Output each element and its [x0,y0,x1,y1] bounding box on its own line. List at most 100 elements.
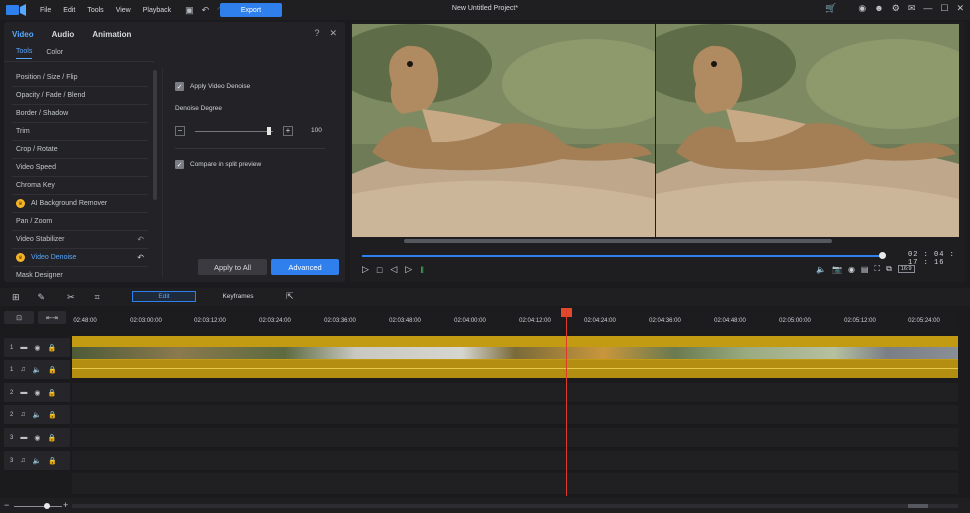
track-lane-audio-3[interactable] [72,451,958,471]
tool-mask-designer[interactable]: Mask Designer [12,267,148,279]
aspect-ratio[interactable]: 16:9 [897,265,915,273]
volume-icon[interactable]: 🔈 [33,411,42,419]
track-lane-video-2[interactable] [72,383,958,403]
timeline-ruler[interactable]: 02:48:00 02:03:00:00 02:03:12:00 02:03:2… [72,312,958,334]
timeline-view-icon[interactable]: ⊡ [4,311,34,324]
subtab-tools[interactable]: Tools [16,48,33,59]
menu-tools[interactable]: Tools [81,7,109,14]
menu-playback[interactable]: Playback [137,7,177,14]
apply-denoise-checkbox[interactable]: ✓ [175,82,184,91]
export-button[interactable]: Export [220,3,282,17]
zoom-fit-icon[interactable]: ⛶ [874,264,880,274]
notification-icon[interactable]: ☻ [874,3,883,14]
detach-icon[interactable]: ⧉ [886,264,892,274]
split-scissors-icon[interactable]: ✂ [67,292,75,303]
tool-video-speed[interactable]: Video Speed [12,159,148,177]
timeline-zoom-thumb[interactable] [44,503,50,509]
record-icon[interactable]: ◉ [848,265,855,274]
stop-icon[interactable]: □ [377,265,382,275]
undo-icon[interactable]: ↶ [202,5,210,16]
menu-file[interactable]: File [34,7,57,14]
tool-list-scrollbar[interactable] [153,70,157,200]
tool-chroma-key[interactable]: Chroma Key [12,177,148,195]
help-icon[interactable]: ? [314,28,319,39]
lock-icon[interactable]: 🔒 [48,457,57,465]
draw-icon[interactable]: ✎ [38,292,46,303]
edit-mode-button[interactable]: Edit [132,291,196,302]
playback-progress[interactable] [362,255,882,257]
decrease-button[interactable]: − [175,126,185,136]
playback-progress-thumb[interactable] [879,252,886,259]
tab-animation[interactable]: Animation [92,30,131,39]
track-header-audio-2[interactable]: 2 ♫ 🔈 🔒 [4,405,70,425]
compare-split-row[interactable]: ✓ Compare in split preview [175,160,261,169]
panel-close-icon[interactable]: ✕ [329,28,337,39]
import-icon[interactable]: ⊞ [12,292,20,303]
subtitle-icon[interactable]: ▤ [861,265,869,274]
apply-to-all-button[interactable]: Apply to All [198,259,267,275]
visibility-eye-icon[interactable]: ◉ [34,344,40,352]
track-header-video-3[interactable]: 3 ▬ ◉ 🔒 [4,428,70,448]
preview-scrollbar[interactable] [352,238,962,244]
next-frame-icon[interactable]: ▷ [405,264,412,275]
tab-video[interactable]: Video [12,30,34,39]
visibility-eye-icon[interactable]: ◉ [34,434,40,442]
lock-icon[interactable]: 🔒 [48,366,57,374]
tool-trim[interactable]: Trim [12,123,148,141]
track-lane-video-3[interactable] [72,428,958,448]
menu-view[interactable]: View [110,7,137,14]
previous-frame-icon[interactable]: ◁ [390,264,397,275]
reset-icon[interactable]: ↶ [137,235,144,244]
lock-icon[interactable]: 🔒 [47,344,56,352]
reset-icon[interactable]: ↶ [137,253,144,262]
denoise-slider-thumb[interactable] [267,127,271,135]
tool-opacity-fade-blend[interactable]: Opacity / Fade / Blend [12,87,148,105]
tool-position-size-flip[interactable]: Position / Size / Flip [12,69,148,87]
minimize-icon[interactable]: — [923,3,932,14]
subtab-color[interactable]: Color [46,49,63,59]
track-header-audio-1[interactable]: 1 ♫ 🔈 🔒 [4,360,70,380]
volume-icon[interactable]: 🔈 [816,265,826,274]
tool-video-stabilizer[interactable]: Video Stabilizer ↶ [12,231,148,249]
snapshot-icon[interactable]: 📷 [832,265,842,274]
compare-split-checkbox[interactable]: ✓ [175,160,184,169]
tool-border-shadow[interactable]: Border / Shadow [12,105,148,123]
message-icon[interactable]: ✉ [908,3,916,14]
track-header-video-1[interactable]: 1 ▬ ◉ 🔒 [4,338,70,358]
track-header-video-2[interactable]: 2 ▬ ◉ 🔒 [4,383,70,403]
crop-icon[interactable]: ⌗ [95,292,100,303]
lock-icon[interactable]: 🔒 [47,389,56,397]
tab-audio[interactable]: Audio [52,30,75,39]
zoom-in-icon[interactable]: + [63,500,68,510]
lock-icon[interactable]: 🔒 [47,434,56,442]
export-frames-icon[interactable]: ⇱ [286,291,294,302]
playhead[interactable] [566,310,567,496]
tool-pan-zoom[interactable]: Pan / Zoom [12,213,148,231]
tool-video-denoise[interactable]: ♛ Video Denoise ↶ [12,249,148,267]
advanced-button[interactable]: Advanced [271,259,339,275]
track-lane-audio-2[interactable] [72,405,958,425]
visibility-eye-icon[interactable]: ◉ [34,389,40,397]
apply-denoise-row[interactable]: ✓ Apply Video Denoise [175,82,250,91]
cart-icon[interactable]: 🛒 [825,3,836,14]
maximize-icon[interactable]: ☐ [940,3,948,14]
volume-icon[interactable]: 🔈 [33,457,42,465]
zoom-out-icon[interactable]: − [4,500,9,510]
close-icon[interactable]: ✕ [956,3,964,14]
tool-ai-background-remover[interactable]: ♛ AI Background Remover [12,195,148,213]
fit-timeline-icon[interactable]: ⇤⇥ [38,311,66,324]
increase-button[interactable]: + [283,126,293,136]
account-icon[interactable]: ◉ [858,3,866,14]
lock-icon[interactable]: 🔒 [48,411,57,419]
save-icon[interactable]: ▣ [185,5,194,16]
track-header-audio-3[interactable]: 3 ♫ 🔈 🔒 [4,451,70,471]
play-icon[interactable]: ▷ [362,264,369,275]
split-marker-icon[interactable]: ‖ [420,265,424,275]
timeline-zoom-slider[interactable] [14,506,62,507]
menu-edit[interactable]: Edit [57,7,81,14]
timeline-scrollbar[interactable] [72,504,958,508]
tool-crop-rotate[interactable]: Crop / Rotate [12,141,148,159]
settings-icon[interactable]: ⚙ [892,3,900,14]
track-lane-empty[interactable] [72,473,958,495]
audio-clip[interactable] [72,360,958,378]
